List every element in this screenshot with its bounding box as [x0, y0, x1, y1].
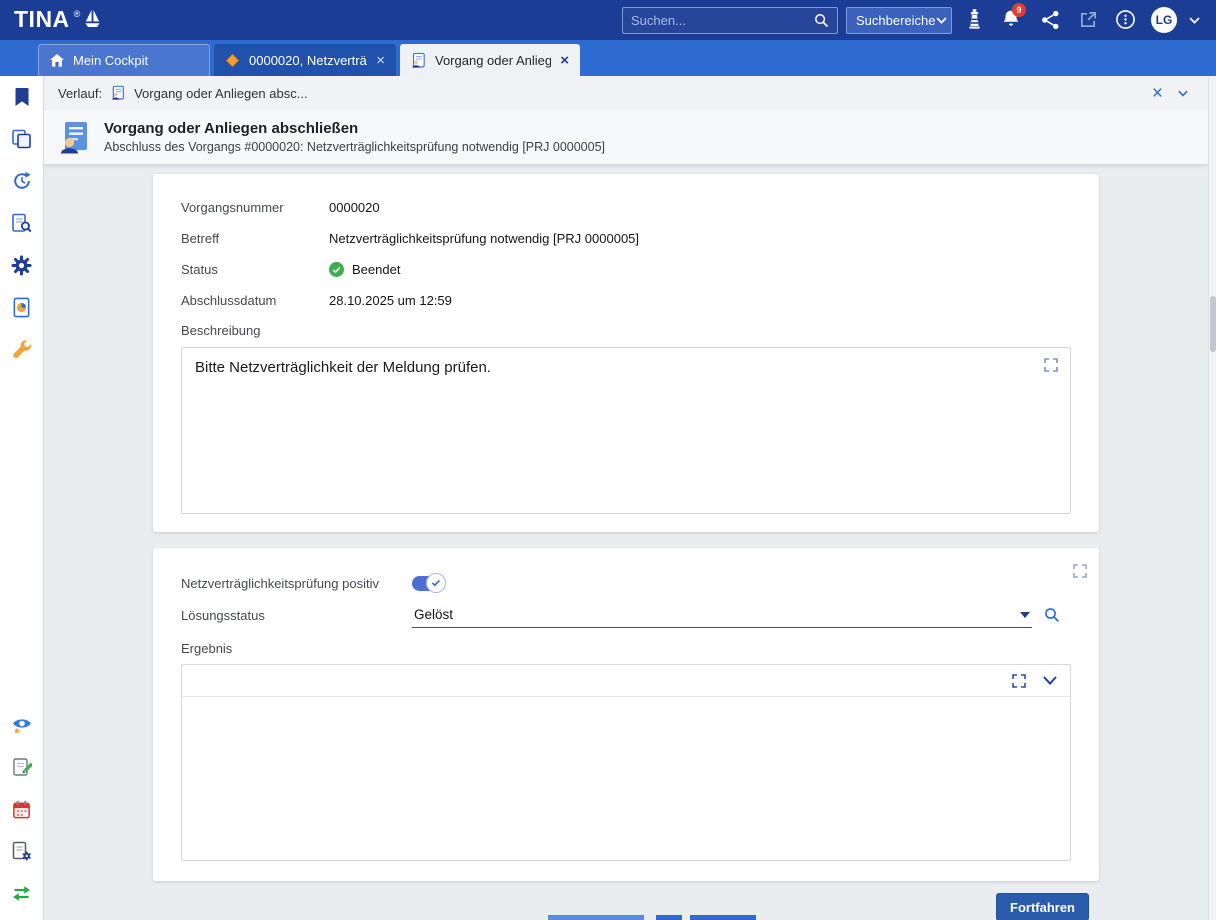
workflow-diamond-icon [224, 52, 241, 69]
field-label: Vorgangsnummer [181, 200, 329, 215]
app-logo[interactable]: TINA ® [14, 6, 101, 33]
expand-icon[interactable] [1073, 564, 1087, 578]
field-status: Status Beendet [181, 254, 1071, 285]
tab-label: 0000020, Netzverträ... [249, 53, 367, 68]
solution-status-row: Lösungsstatus Gelöst [181, 598, 1071, 632]
description-label: Beschreibung [181, 318, 1071, 342]
field-label: Status [181, 262, 329, 277]
vertical-scrollbar[interactable] [1208, 76, 1216, 920]
search-scope-label: Suchbereiche [856, 13, 936, 28]
sailboat-icon [84, 9, 101, 30]
history-bar-label: Verlauf: [58, 86, 102, 101]
share-icon[interactable] [1041, 10, 1060, 30]
global-search [622, 7, 838, 34]
field-vorgangsnummer: Vorgangsnummer 0000020 [181, 192, 1071, 223]
app-logo-text: TINA [14, 6, 70, 33]
duplicate-icon[interactable] [0, 118, 44, 160]
calendar-icon[interactable] [0, 788, 44, 830]
case-details-card: Vorgangsnummer 0000020 Betreff Netzvertr… [153, 174, 1099, 532]
document-settings-icon[interactable] [0, 830, 44, 872]
field-value: Netzverträglichkeitsprüfung notwendig [P… [329, 231, 639, 246]
bottom-clipped-element [656, 915, 682, 920]
field-value: 28.10.2025 um 12:59 [329, 293, 452, 308]
note-edit-icon[interactable] [0, 746, 44, 788]
history-current-item[interactable]: Vorgang oder Anliegen absc... [134, 86, 307, 101]
task-document-icon [110, 85, 126, 101]
main-content: Verlauf: Vorgang oder Anliegen absc... × [44, 76, 1208, 920]
field-abschlussdatum: Abschlussdatum 28.10.2025 um 12:59 [181, 285, 1071, 316]
bottom-clipped-element [690, 915, 756, 920]
status-check-icon [329, 262, 344, 277]
combo-chevron-icon[interactable] [1020, 612, 1030, 618]
field-label: Abschlussdatum [181, 293, 329, 308]
bookmarks-icon[interactable] [0, 76, 44, 118]
description-text: Bitte Netzverträglichkeit der Meldung pr… [195, 359, 491, 376]
watchlist-eye-icon[interactable] [0, 704, 44, 746]
scrollbar-thumb[interactable] [1210, 296, 1216, 352]
close-icon[interactable]: × [559, 53, 570, 68]
toggle-row: Netzverträglichkeitsprüfung positiv [181, 568, 1071, 598]
completion-form-card: Netzverträglichkeitsprüfung positiv Lösu… [153, 548, 1099, 881]
history-dropdown-chevron-icon[interactable] [1178, 90, 1188, 97]
history-bar: Verlauf: Vorgang oder Anliegen absc... × [44, 76, 1208, 110]
field-label: Betreff [181, 231, 329, 246]
solution-status-combobox[interactable]: Gelöst [412, 602, 1032, 628]
result-label: Ergebnis [181, 636, 1071, 660]
left-icon-sidebar [0, 76, 44, 920]
task-document-icon-large [56, 119, 92, 155]
tab-mein-cockpit[interactable]: Mein Cockpit [38, 44, 210, 76]
home-icon [49, 53, 65, 68]
user-avatar[interactable]: LG [1151, 7, 1177, 33]
open-in-new-icon[interactable] [1079, 10, 1098, 29]
description-textarea[interactable]: Bitte Netzverträglichkeit der Meldung pr… [181, 347, 1071, 514]
value-search-icon[interactable] [1044, 607, 1060, 623]
result-input-area[interactable] [182, 697, 1070, 860]
help-menu-icon[interactable] [1115, 9, 1136, 30]
lighthouse-icon[interactable] [964, 8, 985, 31]
field-betreff: Betreff Netzverträglichkeitsprüfung notw… [181, 223, 1071, 254]
search-icon[interactable] [814, 13, 829, 28]
task-document-icon [410, 52, 427, 69]
chevron-down-icon [936, 17, 947, 24]
close-workflow-icon[interactable]: × [1152, 84, 1163, 103]
page-title: Vorgang oder Anliegen abschließen [104, 120, 605, 137]
registered-mark: ® [74, 9, 81, 19]
solution-status-label: Lösungsstatus [181, 608, 412, 623]
history-icon[interactable] [0, 160, 44, 202]
report-chart-icon[interactable] [0, 286, 44, 328]
user-menu-chevron-icon[interactable] [1189, 17, 1200, 24]
document-search-icon[interactable] [0, 202, 44, 244]
tab-vorgang-0000020[interactable]: 0000020, Netzverträ... × [214, 44, 396, 76]
status-value: Beendet [329, 262, 400, 277]
toggle-knob [426, 573, 446, 593]
continue-button[interactable]: Fortfahren [996, 893, 1089, 920]
editor-toolbar [182, 665, 1070, 697]
tools-wrench-icon[interactable] [0, 328, 44, 370]
page-header: Vorgang oder Anliegen abschließen Abschl… [44, 110, 1208, 164]
editor-chevron-down-icon[interactable] [1043, 676, 1057, 685]
search-input[interactable] [631, 13, 814, 28]
solution-status-value: Gelöst [414, 607, 1020, 622]
toggle-label: Netzverträglichkeitsprüfung positiv [181, 576, 412, 591]
notification-badge: 9 [1012, 3, 1026, 17]
field-value: 0000020 [329, 200, 380, 215]
form-scroll-area: Vorgangsnummer 0000020 Betreff Netzvertr… [44, 164, 1208, 920]
result-richtext-editor [181, 664, 1071, 861]
bottom-clipped-element [548, 915, 644, 920]
expand-icon[interactable] [1012, 674, 1026, 688]
notifications-button[interactable]: 9 [1001, 9, 1021, 30]
page-subtitle: Abschluss des Vorgangs #0000020: Netzver… [104, 140, 605, 154]
tab-bar: Mein Cockpit 0000020, Netzverträ... × Vo… [0, 40, 1216, 76]
positive-toggle[interactable] [412, 576, 442, 591]
status-text: Beendet [352, 262, 400, 277]
search-scope-dropdown[interactable]: Suchbereiche [846, 7, 952, 34]
close-icon[interactable]: × [375, 53, 386, 68]
tab-label: Mein Cockpit [73, 53, 199, 68]
tab-vorgang-abschliessen-active[interactable]: Vorgang oder Anlieg... × [400, 44, 580, 76]
top-bar: TINA ® Suchbereiche 9 [0, 0, 1216, 40]
sync-arrows-icon[interactable] [0, 872, 44, 914]
settings-gear-icon[interactable] [0, 244, 44, 286]
tab-label: Vorgang oder Anlieg... [435, 53, 551, 68]
expand-icon[interactable] [1044, 358, 1058, 372]
